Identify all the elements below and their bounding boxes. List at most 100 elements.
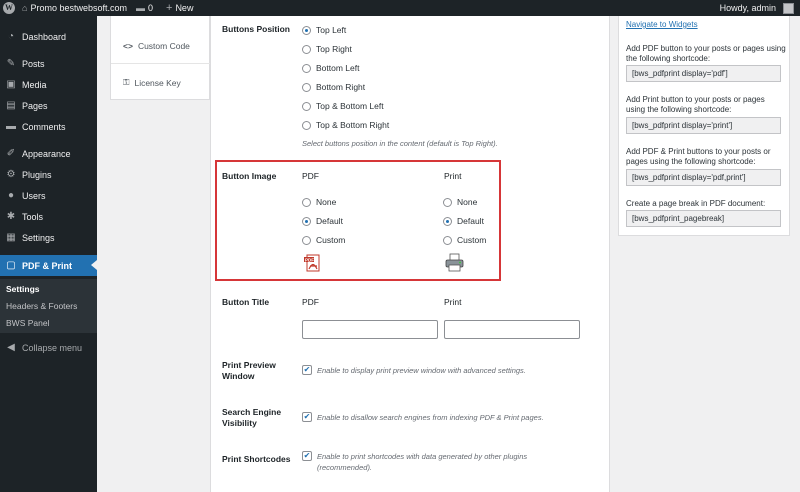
- collapse-arrow-icon: ◀: [7, 342, 15, 353]
- sidebar-item-media[interactable]: ▣ Media: [0, 74, 97, 95]
- radio-button[interactable]: [302, 82, 311, 92]
- sidebar-item-appearance[interactable]: ✐ Appearance: [0, 143, 97, 164]
- sidebar-item-settings[interactable]: ▦ Settings: [0, 227, 97, 248]
- position-option-top-right[interactable]: Top Right: [302, 44, 352, 54]
- radio-button[interactable]: [302, 63, 311, 73]
- tab-divider: [111, 63, 210, 64]
- sidebar-item-pages[interactable]: ▤ Pages: [0, 95, 97, 116]
- admin-bar: W ⌂ Promo bestwebsoft.com ▬ 0 + New Howd…: [0, 0, 800, 16]
- avatar: [783, 2, 794, 14]
- submenu-item-bws-panel[interactable]: BWS Panel: [6, 318, 49, 328]
- radio-label: None: [316, 197, 337, 207]
- button-title-print-heading: Print: [444, 297, 462, 307]
- position-option-top-bottom-left[interactable]: Top & Bottom Left: [302, 101, 384, 111]
- greeting: Howdy, admin: [719, 3, 776, 13]
- radio-button[interactable]: [302, 44, 311, 54]
- account-menu[interactable]: Howdy, admin: [720, 0, 794, 16]
- radio-button[interactable]: [443, 216, 452, 226]
- comments-link[interactable]: ▬ 0: [136, 0, 153, 16]
- site-name: Promo bestwebsoft.com: [30, 3, 127, 13]
- sidebar-item-label: Users: [22, 190, 46, 201]
- settings-tabs: <> Custom Code ⚿ License Key: [110, 16, 210, 100]
- sidebar-item-posts[interactable]: ✎ Posts: [0, 53, 97, 74]
- comment-bubble-icon: ▬: [136, 3, 145, 13]
- print-shortcodes-label: Print Shortcodes: [222, 454, 291, 464]
- radio-button[interactable]: [302, 235, 311, 245]
- print-image-option-custom[interactable]: Custom: [443, 235, 486, 245]
- tab-license-key-label: License Key: [134, 77, 181, 88]
- radio-label: None: [457, 197, 478, 207]
- svg-text:PDF: PDF: [305, 257, 314, 262]
- radio-button[interactable]: [302, 120, 311, 130]
- key-icon: ⚿: [123, 77, 130, 87]
- comments-count: 0: [148, 3, 154, 13]
- radio-button[interactable]: [302, 216, 311, 226]
- pdf-image-option-none[interactable]: None: [302, 197, 336, 207]
- sidebar-item-label: Dashboard: [22, 31, 67, 42]
- print-shortcodes-description: Enable to print shortcodes with data gen…: [317, 452, 528, 472]
- print-preview-label: Print Preview Window: [222, 360, 276, 381]
- collapse-menu-button[interactable]: ◀ Collapse menu: [0, 337, 97, 358]
- pages-icon: ▤: [6, 100, 16, 111]
- new-label: New: [175, 3, 194, 13]
- position-option-bottom-left[interactable]: Bottom Left: [302, 63, 359, 73]
- media-icon: ▣: [6, 79, 16, 90]
- sidebar-item-plugins[interactable]: ⚙ Plugins: [0, 164, 97, 185]
- sidebar-item-dashboard[interactable]: ◔ Dashboard: [0, 26, 97, 47]
- position-option-bottom-right[interactable]: Bottom Right: [302, 82, 365, 92]
- search-engine-checkbox[interactable]: ✔: [302, 412, 312, 422]
- pdf-icon: PDF: [304, 254, 320, 272]
- print-preview-option: ✔ Enable to display print preview window…: [302, 365, 592, 376]
- sidebar-item-users[interactable]: ● Users: [0, 185, 97, 206]
- tab-license-key[interactable]: ⚿ License Key: [123, 77, 181, 88]
- radio-button[interactable]: [443, 235, 452, 245]
- print-image-option-default[interactable]: Default: [443, 216, 484, 226]
- print-preview-description: Enable to display print preview window w…: [317, 366, 526, 375]
- print-shortcodes-option: ✔ Enable to print shortcodes with data g…: [302, 451, 562, 473]
- pagebreak-shortcode-text: Create a page break in PDF document:: [626, 199, 766, 208]
- tab-custom-code[interactable]: <> Custom Code: [123, 41, 190, 51]
- site-name-link[interactable]: ⌂ Promo bestwebsoft.com: [22, 0, 127, 16]
- plug-icon: ⚙: [6, 169, 16, 180]
- sidebar-item-label: PDF & Print: [22, 260, 73, 271]
- new-content-link[interactable]: + New: [166, 0, 193, 16]
- radio-button[interactable]: [302, 25, 311, 35]
- navigate-to-widgets-link[interactable]: Navigate to Widgets: [626, 20, 786, 30]
- radio-label: Top & Bottom Right: [316, 120, 390, 130]
- pagebreak-shortcode-field[interactable]: [bws_pdfprint_pagebreak]: [626, 210, 781, 227]
- pdf-image-option-custom[interactable]: Custom: [302, 235, 345, 245]
- print-shortcode-field[interactable]: [bws_pdfprint display='print']: [626, 117, 781, 134]
- position-option-top-bottom-right[interactable]: Top & Bottom Right: [302, 120, 389, 130]
- pdf-image-option-default[interactable]: Default: [302, 216, 343, 226]
- radio-label: Top Right: [316, 44, 352, 54]
- sliders-icon: ▦: [6, 232, 16, 243]
- radio-button[interactable]: [443, 197, 452, 207]
- button-image-label: Button Image: [222, 171, 277, 181]
- code-icon: <>: [123, 41, 133, 51]
- search-engine-option: ✔ Enable to disallow search engines from…: [302, 412, 592, 423]
- submenu-item-headers-footers[interactable]: Headers & Footers: [6, 301, 77, 311]
- print-title-input[interactable]: [444, 320, 580, 339]
- sidebar-item-comments[interactable]: ▬ Comments: [0, 116, 97, 137]
- print-shortcodes-checkbox[interactable]: ✔: [302, 451, 312, 461]
- radio-label: Custom: [316, 235, 346, 245]
- sidebar-item-label: Pages: [22, 100, 48, 111]
- dashboard-icon: ◔: [7, 31, 15, 42]
- radio-label: Top & Bottom Left: [316, 101, 384, 111]
- pdf-shortcode-field[interactable]: [bws_pdfprint display='pdf']: [626, 65, 781, 82]
- position-option-top-left[interactable]: Top Left: [302, 25, 346, 35]
- submenu-item-settings[interactable]: Settings: [6, 284, 40, 294]
- print-preview-checkbox[interactable]: ✔: [302, 365, 312, 375]
- radio-button[interactable]: [302, 101, 311, 111]
- sidebar-item-pdf-print[interactable]: ▢ PDF & Print: [0, 255, 97, 276]
- radio-label: Default: [316, 216, 343, 226]
- user-icon: ●: [7, 190, 15, 201]
- print-image-option-none[interactable]: None: [443, 197, 477, 207]
- pdf-title-input[interactable]: [302, 320, 438, 339]
- print-shortcode-text: Add Print button to your posts or pages …: [626, 95, 765, 114]
- button-title-label: Button Title: [222, 297, 270, 307]
- sidebar-item-tools[interactable]: ✱ Tools: [0, 206, 97, 227]
- radio-button[interactable]: [302, 197, 311, 207]
- pdf-print-shortcode-field[interactable]: [bws_pdfprint display='pdf,print']: [626, 169, 781, 186]
- wordpress-logo-icon[interactable]: W: [3, 2, 15, 14]
